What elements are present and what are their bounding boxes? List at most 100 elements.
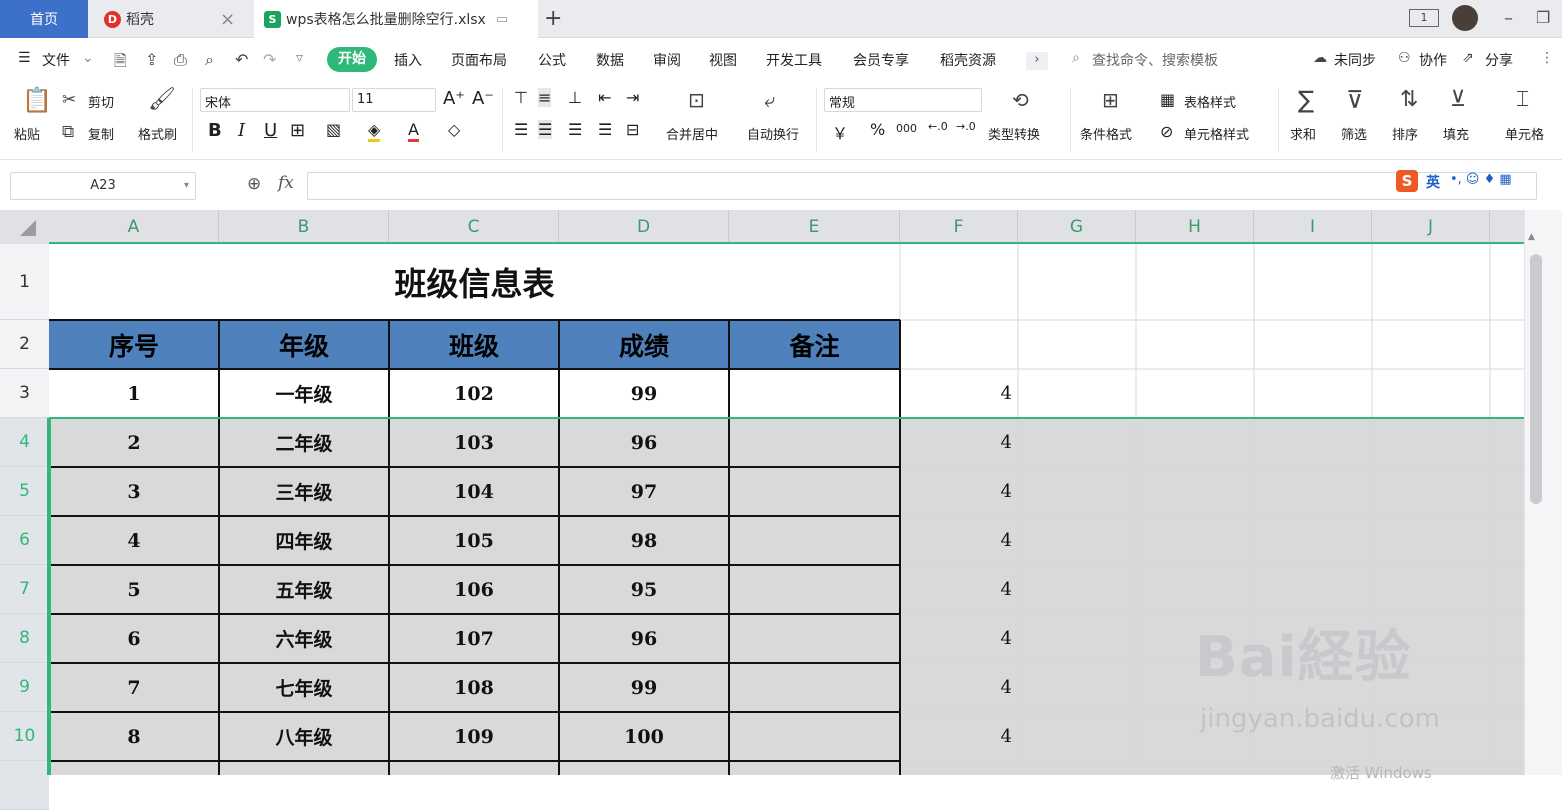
table-cell[interactable] (729, 418, 900, 467)
border-icon[interactable]: ⊞ (290, 120, 305, 141)
scroll-up-icon[interactable]: ▲ (1528, 232, 1535, 242)
decrease-font-icon[interactable]: A⁻ (472, 88, 494, 109)
table-cell[interactable]: 4 (900, 663, 1018, 712)
table-header-cell[interactable]: 备注 (729, 320, 900, 369)
table-cell[interactable]: 99 (559, 663, 729, 712)
column-header-h[interactable]: H (1136, 210, 1254, 244)
sort-icon[interactable]: ⇅ (1400, 89, 1418, 111)
tab-member[interactable]: 会员专享 (853, 50, 909, 70)
align-right-icon[interactable]: ☰ (568, 120, 582, 139)
table-cell[interactable]: 4 (900, 614, 1018, 663)
table-cell[interactable]: 98 (559, 516, 729, 565)
table-cell[interactable]: 二年级 (219, 418, 389, 467)
table-cell[interactable]: 一年级 (219, 369, 389, 418)
print-preview-icon[interactable]: ⌕ (205, 50, 214, 70)
cell-icon[interactable]: ⌶ (1516, 89, 1529, 111)
select-all-icon[interactable] (20, 220, 36, 236)
table-cell[interactable]: 96 (559, 614, 729, 663)
bold-button[interactable]: B (208, 120, 222, 141)
table-cell[interactable] (729, 614, 900, 663)
table-cell[interactable]: 7 (49, 663, 219, 712)
shading-icon[interactable]: ▧ (326, 120, 341, 139)
align-center-icon[interactable]: ☰ (538, 120, 553, 139)
cut-button[interactable]: 剪切 (88, 92, 114, 111)
sum-icon[interactable]: ∑ (1298, 88, 1314, 112)
align-middle-icon[interactable]: ≡ (538, 88, 552, 107)
table-cell[interactable]: 3 (49, 467, 219, 516)
format-painter-icon[interactable]: 🖌 (148, 89, 176, 111)
more-options-icon[interactable]: ⋮ (1540, 50, 1554, 66)
tab-home-ribbon[interactable]: 开始 (327, 47, 377, 72)
ime-logo-icon[interactable]: S (1396, 170, 1418, 192)
tab-file[interactable]: S wps表格怎么批量删除空行.xlsx ▭ (254, 0, 538, 38)
distribute-icon[interactable]: ⊟ (626, 120, 639, 139)
table-cell[interactable]: 五年级 (219, 565, 389, 614)
font-name-select[interactable]: 宋体 (200, 88, 350, 112)
wrap-text-button[interactable]: 自动换行 (747, 124, 799, 143)
align-left-icon[interactable]: ☰ (514, 120, 528, 139)
indent-decrease-icon[interactable]: ⇤ (598, 88, 611, 107)
avatar[interactable] (1452, 5, 1478, 31)
row-header-3[interactable]: 3 (0, 369, 49, 418)
column-header-b[interactable]: B (219, 210, 389, 244)
thousands-button[interactable]: 000 (896, 122, 917, 135)
sheet-title[interactable]: 班级信息表 (49, 244, 900, 320)
type-convert-button[interactable]: 类型转换 (988, 124, 1040, 143)
currency-button[interactable]: ￥ (832, 120, 848, 144)
table-cell[interactable]: 96 (559, 418, 729, 467)
tab-daoke[interactable]: D 稻壳 × (92, 0, 252, 38)
ime-language[interactable]: 英 (1426, 172, 1440, 192)
table-cell[interactable] (729, 516, 900, 565)
cell-style-button[interactable]: 单元格样式 (1184, 124, 1249, 143)
table-cell[interactable]: 4 (49, 516, 219, 565)
fill-color-icon[interactable]: ◈ (368, 120, 381, 142)
table-cell[interactable]: 97 (559, 467, 729, 516)
sum-button[interactable]: 求和 (1290, 124, 1316, 143)
table-cell[interactable]: 4 (900, 467, 1018, 516)
sort-button[interactable]: 排序 (1392, 124, 1418, 143)
export-icon[interactable]: ⇪ (145, 50, 158, 69)
table-cell[interactable] (729, 369, 900, 418)
paste-icon[interactable]: 📋 (22, 88, 52, 112)
search-input[interactable]: 查找命令、搜索模板 (1092, 50, 1218, 70)
row-header-10[interactable]: 10 (0, 712, 49, 761)
table-cell[interactable]: 三年级 (219, 467, 389, 516)
customize-quick-access-icon[interactable]: ▿ (296, 50, 303, 66)
table-cell[interactable]: 102 (389, 369, 559, 418)
table-cell[interactable]: 4 (900, 418, 1018, 467)
insert-function-icon[interactable]: fx (278, 173, 294, 193)
table-header-cell[interactable]: 年级 (219, 320, 389, 369)
print-icon[interactable]: ⎙ (174, 50, 187, 70)
fill-button[interactable]: 填充 (1443, 124, 1469, 143)
table-cell[interactable]: 103 (389, 418, 559, 467)
merge-center-icon[interactable]: ⊡ (688, 90, 705, 110)
table-header-cell[interactable]: 班级 (389, 320, 559, 369)
row-header-11[interactable] (0, 761, 49, 810)
tab-view[interactable]: 视图 (709, 50, 737, 70)
tab-review[interactable]: 审阅 (653, 50, 681, 70)
table-cell[interactable]: 4 (900, 516, 1018, 565)
font-size-select[interactable]: 11 (352, 88, 436, 112)
align-bottom-icon[interactable]: ⊥ (568, 88, 582, 107)
row-header-7[interactable]: 7 (0, 565, 49, 614)
tab-home[interactable]: 首页 (0, 0, 88, 38)
row-header-2[interactable]: 2 (0, 320, 49, 369)
table-cell[interactable]: 4 (900, 712, 1018, 761)
column-header-c[interactable]: C (389, 210, 559, 244)
vertical-scrollbar[interactable]: ▲ (1524, 210, 1562, 775)
table-cell[interactable]: 4 (900, 565, 1018, 614)
table-cell[interactable]: 六年级 (219, 614, 389, 663)
column-header-a[interactable]: A (49, 210, 219, 244)
restore-icon[interactable]: ❐ (1536, 8, 1550, 27)
row-header-1[interactable]: 1 (0, 244, 49, 320)
table-cell[interactable]: 100 (559, 712, 729, 761)
tab-data[interactable]: 数据 (596, 50, 624, 70)
more-tabs-icon[interactable]: › (1026, 52, 1048, 70)
undo-icon[interactable]: ↶ (235, 50, 248, 69)
formula-input[interactable] (307, 172, 1537, 200)
copy-icon[interactable]: ⧉ (62, 122, 74, 142)
type-convert-icon[interactable]: ⟲ (1012, 90, 1029, 110)
table-header-cell[interactable]: 序号 (49, 320, 219, 369)
number-format-select[interactable]: 常规 (824, 88, 982, 112)
table-cell[interactable]: 106 (389, 565, 559, 614)
